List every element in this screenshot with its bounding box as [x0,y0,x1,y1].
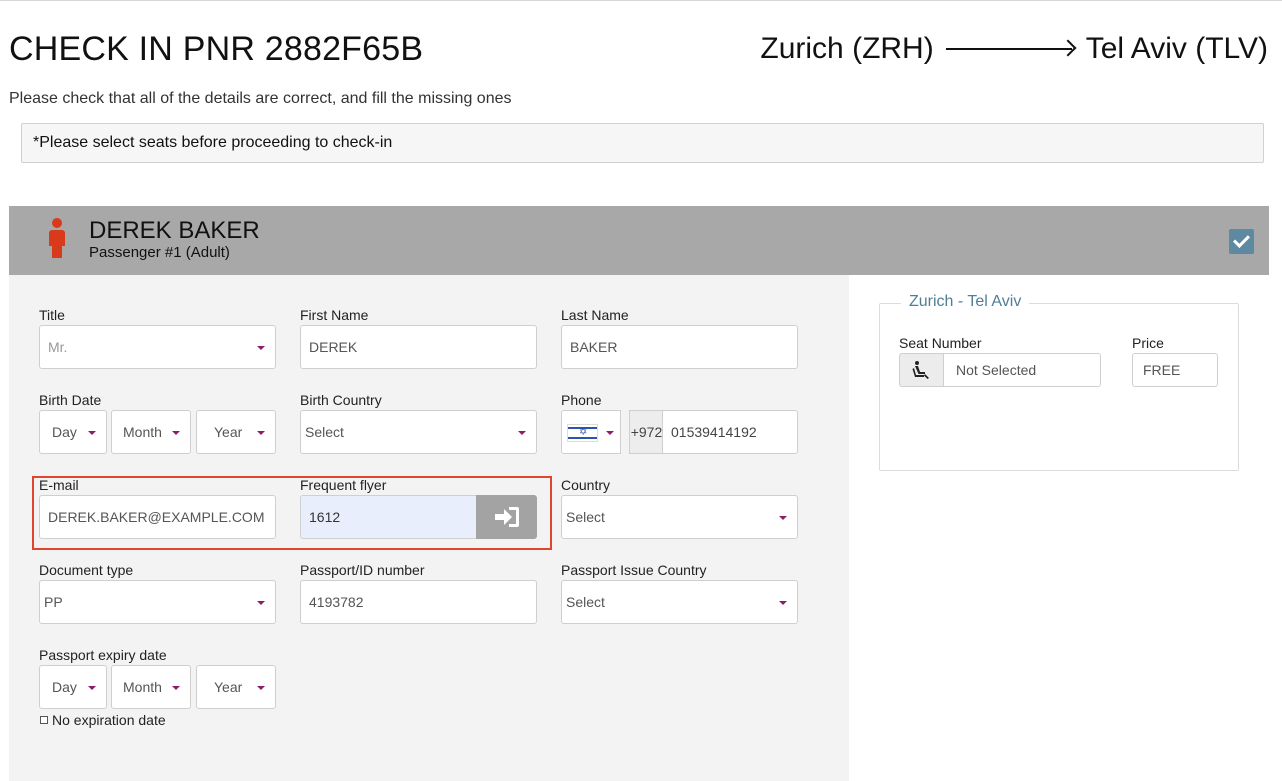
title-label: Title [39,307,65,323]
caret-down-icon [257,346,265,350]
last-name-input[interactable]: BAKER [561,325,798,369]
arrow-right-icon [945,39,1074,59]
birth-day-value: Day [52,424,77,440]
passport-issue-country-label: Passport Issue Country [561,562,707,578]
seat-number-label: Seat Number [899,335,982,351]
expiry-year-select[interactable]: Year [196,665,276,709]
expiry-month-value: Month [123,679,162,695]
phone-country-select[interactable]: ✡ [561,410,621,454]
passenger-name: DEREK BAKER [89,217,260,244]
frequent-flyer-input[interactable]: 1612 [300,495,477,539]
document-type-value: PP [44,594,63,610]
caret-down-icon [257,431,265,435]
price-field: FREE [1132,353,1218,387]
seat-number-input[interactable]: Not Selected [943,353,1101,387]
passenger-checkbox[interactable] [1229,229,1254,254]
passport-number-label: Passport/ID number [300,562,425,578]
passport-number-value: 4193782 [309,594,364,610]
passenger-type: Passenger #1 (Adult) [89,244,230,261]
sign-in-icon [494,507,519,527]
birth-year-select[interactable]: Year [196,410,276,454]
first-name-input[interactable]: DEREK [300,325,537,369]
title-value: Mr. [48,339,68,355]
document-type-select[interactable]: PP [39,580,276,624]
passenger-header[interactable]: DEREK BAKER Passenger #1 (Adult) [9,206,1269,275]
caret-down-icon [257,601,265,605]
frequent-flyer-label: Frequent flyer [300,477,387,493]
frequent-flyer-login-button[interactable] [476,495,537,539]
route-destination: Tel Aviv (TLV) [1085,32,1268,65]
passport-number-input[interactable]: 4193782 [300,580,537,624]
caret-down-icon [779,601,787,605]
country-value: Select [566,509,605,525]
phone-label: Phone [561,392,602,408]
price-value: FREE [1143,362,1181,378]
frequent-flyer-value: 1612 [309,509,341,525]
no-expiry-label: No expiration date [52,712,166,728]
seat-icon [912,361,929,379]
person-icon [48,218,66,258]
expiry-year-value: Year [214,679,243,695]
caret-down-icon [172,431,180,435]
document-type-label: Document type [39,562,134,578]
passport-issue-country-select[interactable]: Select [561,580,798,624]
seat-number-value: Not Selected [956,362,1037,378]
page-title: CHECK IN PNR 2882F65B [9,30,424,68]
no-expiry-checkbox[interactable] [40,716,48,724]
price-label: Price [1132,335,1164,351]
top-divider [0,0,1282,1]
country-select[interactable]: Select [561,495,798,539]
birth-country-select[interactable]: Select [300,410,537,454]
email-value: DEREK.BAKER@EXAMPLE.COM [48,509,265,525]
last-name-label: Last Name [561,307,629,323]
seat-segment-title: Zurich - Tel Aviv [901,293,1030,311]
route-origin: Zurich (ZRH) [760,32,934,65]
seat-notice: *Please select seats before proceeding t… [21,123,1264,163]
birth-date-label: Birth Date [39,392,102,408]
caret-down-icon [518,431,526,435]
caret-down-icon [88,686,96,690]
page-subtitle: Please check that all of the details are… [9,90,512,107]
caret-down-icon [257,686,265,690]
israel-flag-icon: ✡ [567,424,598,442]
birth-day-select[interactable]: Day [39,410,107,454]
expiry-day-select[interactable]: Day [39,665,107,709]
seat-select-button[interactable] [899,353,944,387]
route: Zurich (ZRH) Tel Aviv (TLV) [760,32,1268,66]
phone-value: 01539414192 [671,424,757,440]
email-label: E-mail [39,477,79,493]
first-name-label: First Name [300,307,369,323]
passport-expiry-label: Passport expiry date [39,647,167,663]
first-name-value: DEREK [309,339,358,355]
last-name-value: BAKER [570,339,618,355]
birth-country-value: Select [305,424,344,440]
birth-country-label: Birth Country [300,392,382,408]
country-label: Country [561,477,611,493]
seat-selection-panel [879,303,1239,471]
phone-input[interactable]: 01539414192 [662,410,798,454]
email-input[interactable]: DEREK.BAKER@EXAMPLE.COM [39,495,276,539]
caret-down-icon [88,431,96,435]
caret-down-icon [606,431,614,435]
birth-month-value: Month [123,424,162,440]
title-select[interactable]: Mr. [39,325,276,369]
birth-month-select[interactable]: Month [111,410,191,454]
phone-dial-code: +972 [629,410,663,454]
expiry-month-select[interactable]: Month [111,665,191,709]
caret-down-icon [779,516,787,520]
passport-issue-country-value: Select [566,594,605,610]
expiry-day-value: Day [52,679,77,695]
caret-down-icon [172,686,180,690]
birth-year-value: Year [214,424,243,440]
